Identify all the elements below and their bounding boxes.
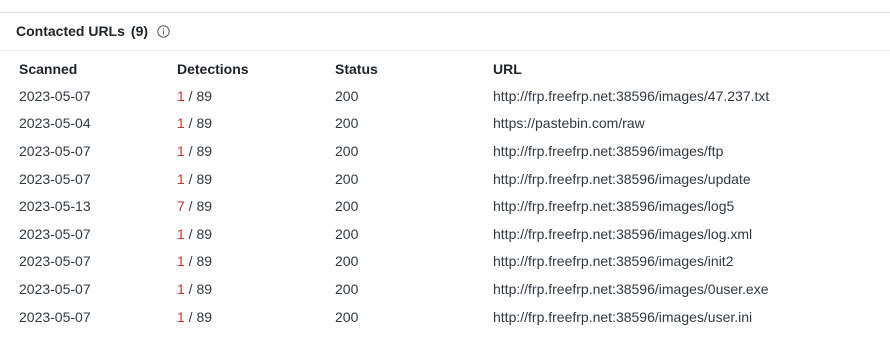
detections-cell[interactable]: 1 / 89: [177, 137, 335, 165]
table-row: 2023-05-13 7 / 89 200 http://frp.freefrp…: [0, 192, 890, 220]
section-count: (9): [130, 23, 149, 39]
scanned-date: 2023-05-07: [19, 280, 91, 297]
detections-total: / 89: [184, 198, 213, 215]
scanned-date: 2023-05-04: [19, 115, 91, 132]
url-link[interactable]: http://frp.freefrp.net:38596/images/ftp: [493, 137, 890, 165]
detections-total: / 89: [184, 142, 213, 159]
status-code: 200: [335, 253, 359, 270]
scanned-date: 2023-05-07: [19, 87, 91, 104]
status-code: 200: [335, 170, 359, 187]
detections-positive: 1: [177, 308, 185, 325]
detections-total: / 89: [184, 280, 213, 297]
scanned-date: 2023-05-07: [19, 225, 91, 242]
url-link[interactable]: http://frp.freefrp.net:38596/images/47.2…: [493, 82, 890, 110]
column-header-status[interactable]: Status: [335, 55, 493, 82]
url-link[interactable]: http://frp.freefrp.net:38596/images/log5: [493, 192, 890, 220]
status-code: 200: [335, 225, 359, 242]
section-title: Contacted URLs: [16, 23, 125, 39]
detections-total: / 89: [184, 170, 213, 187]
detections-total: / 89: [184, 308, 213, 325]
header-divider: [0, 50, 890, 51]
status-code: 200: [335, 115, 359, 132]
detections-total: / 89: [184, 115, 213, 132]
detections-cell[interactable]: 1 / 89: [177, 248, 335, 276]
section-header: Contacted URLs (9): [16, 21, 170, 41]
status-code: 200: [335, 308, 359, 325]
detections-cell[interactable]: 1 / 89: [177, 165, 335, 193]
detections-positive: 1: [177, 280, 185, 297]
table-row: 2023-05-07 1 / 89 200 http://frp.freefrp…: [0, 137, 890, 165]
column-header-scanned[interactable]: Scanned: [0, 55, 177, 82]
column-header-url[interactable]: URL: [493, 55, 890, 82]
detections-cell[interactable]: 1 / 89: [177, 275, 335, 303]
scanned-date: 2023-05-07: [19, 308, 91, 325]
detections-positive: 1: [177, 115, 185, 132]
url-link[interactable]: http://frp.freefrp.net:38596/images/log.…: [493, 220, 890, 248]
scanned-date: 2023-05-07: [19, 170, 91, 187]
status-code: 200: [335, 87, 359, 104]
column-header-detections[interactable]: Detections: [177, 55, 335, 82]
detections-cell[interactable]: 7 / 89: [177, 192, 335, 220]
table-row: 2023-05-07 1 / 89 200 http://frp.freefrp…: [0, 165, 890, 193]
scanned-date: 2023-05-07: [19, 253, 91, 270]
table-row: 2023-05-07 1 / 89 200 http://frp.freefrp…: [0, 82, 890, 110]
detections-positive: 1: [177, 225, 185, 242]
scanned-date: 2023-05-07: [19, 142, 91, 159]
table-row: 2023-05-07 1 / 89 200 http://frp.freefrp…: [0, 248, 890, 276]
detections-total: / 89: [184, 225, 213, 242]
detections-positive: 1: [177, 253, 185, 270]
detections-cell[interactable]: 1 / 89: [177, 82, 335, 110]
detections-positive: 7: [177, 198, 185, 215]
table-row: 2023-05-07 1 / 89 200 http://frp.freefrp…: [0, 303, 890, 331]
status-code: 200: [335, 142, 359, 159]
detections-total: / 89: [184, 87, 213, 104]
contacted-urls-table: Scanned Detections Status URL 2023-05-07…: [0, 55, 890, 330]
url-link[interactable]: https://pastebin.com/raw: [493, 110, 890, 138]
detections-cell[interactable]: 1 / 89: [177, 110, 335, 138]
info-circle-icon[interactable]: [156, 24, 170, 38]
top-divider: [0, 12, 890, 13]
detections-positive: 1: [177, 170, 185, 187]
detections-cell[interactable]: 1 / 89: [177, 220, 335, 248]
url-link[interactable]: http://frp.freefrp.net:38596/images/init…: [493, 248, 890, 276]
detections-positive: 1: [177, 87, 185, 104]
status-code: 200: [335, 198, 359, 215]
detections-cell[interactable]: 1 / 89: [177, 303, 335, 331]
scanned-date: 2023-05-13: [19, 198, 91, 215]
table-row: 2023-05-07 1 / 89 200 http://frp.freefrp…: [0, 220, 890, 248]
detections-total: / 89: [184, 253, 213, 270]
table-header-row: Scanned Detections Status URL: [0, 55, 890, 82]
status-code: 200: [335, 280, 359, 297]
url-link[interactable]: http://frp.freefrp.net:38596/images/upda…: [493, 165, 890, 193]
table-row: 2023-05-04 1 / 89 200 https://pastebin.c…: [0, 110, 890, 138]
url-link[interactable]: http://frp.freefrp.net:38596/images/user…: [493, 303, 890, 331]
url-link[interactable]: http://frp.freefrp.net:38596/images/0use…: [493, 275, 890, 303]
detections-positive: 1: [177, 142, 185, 159]
table-row: 2023-05-07 1 / 89 200 http://frp.freefrp…: [0, 275, 890, 303]
